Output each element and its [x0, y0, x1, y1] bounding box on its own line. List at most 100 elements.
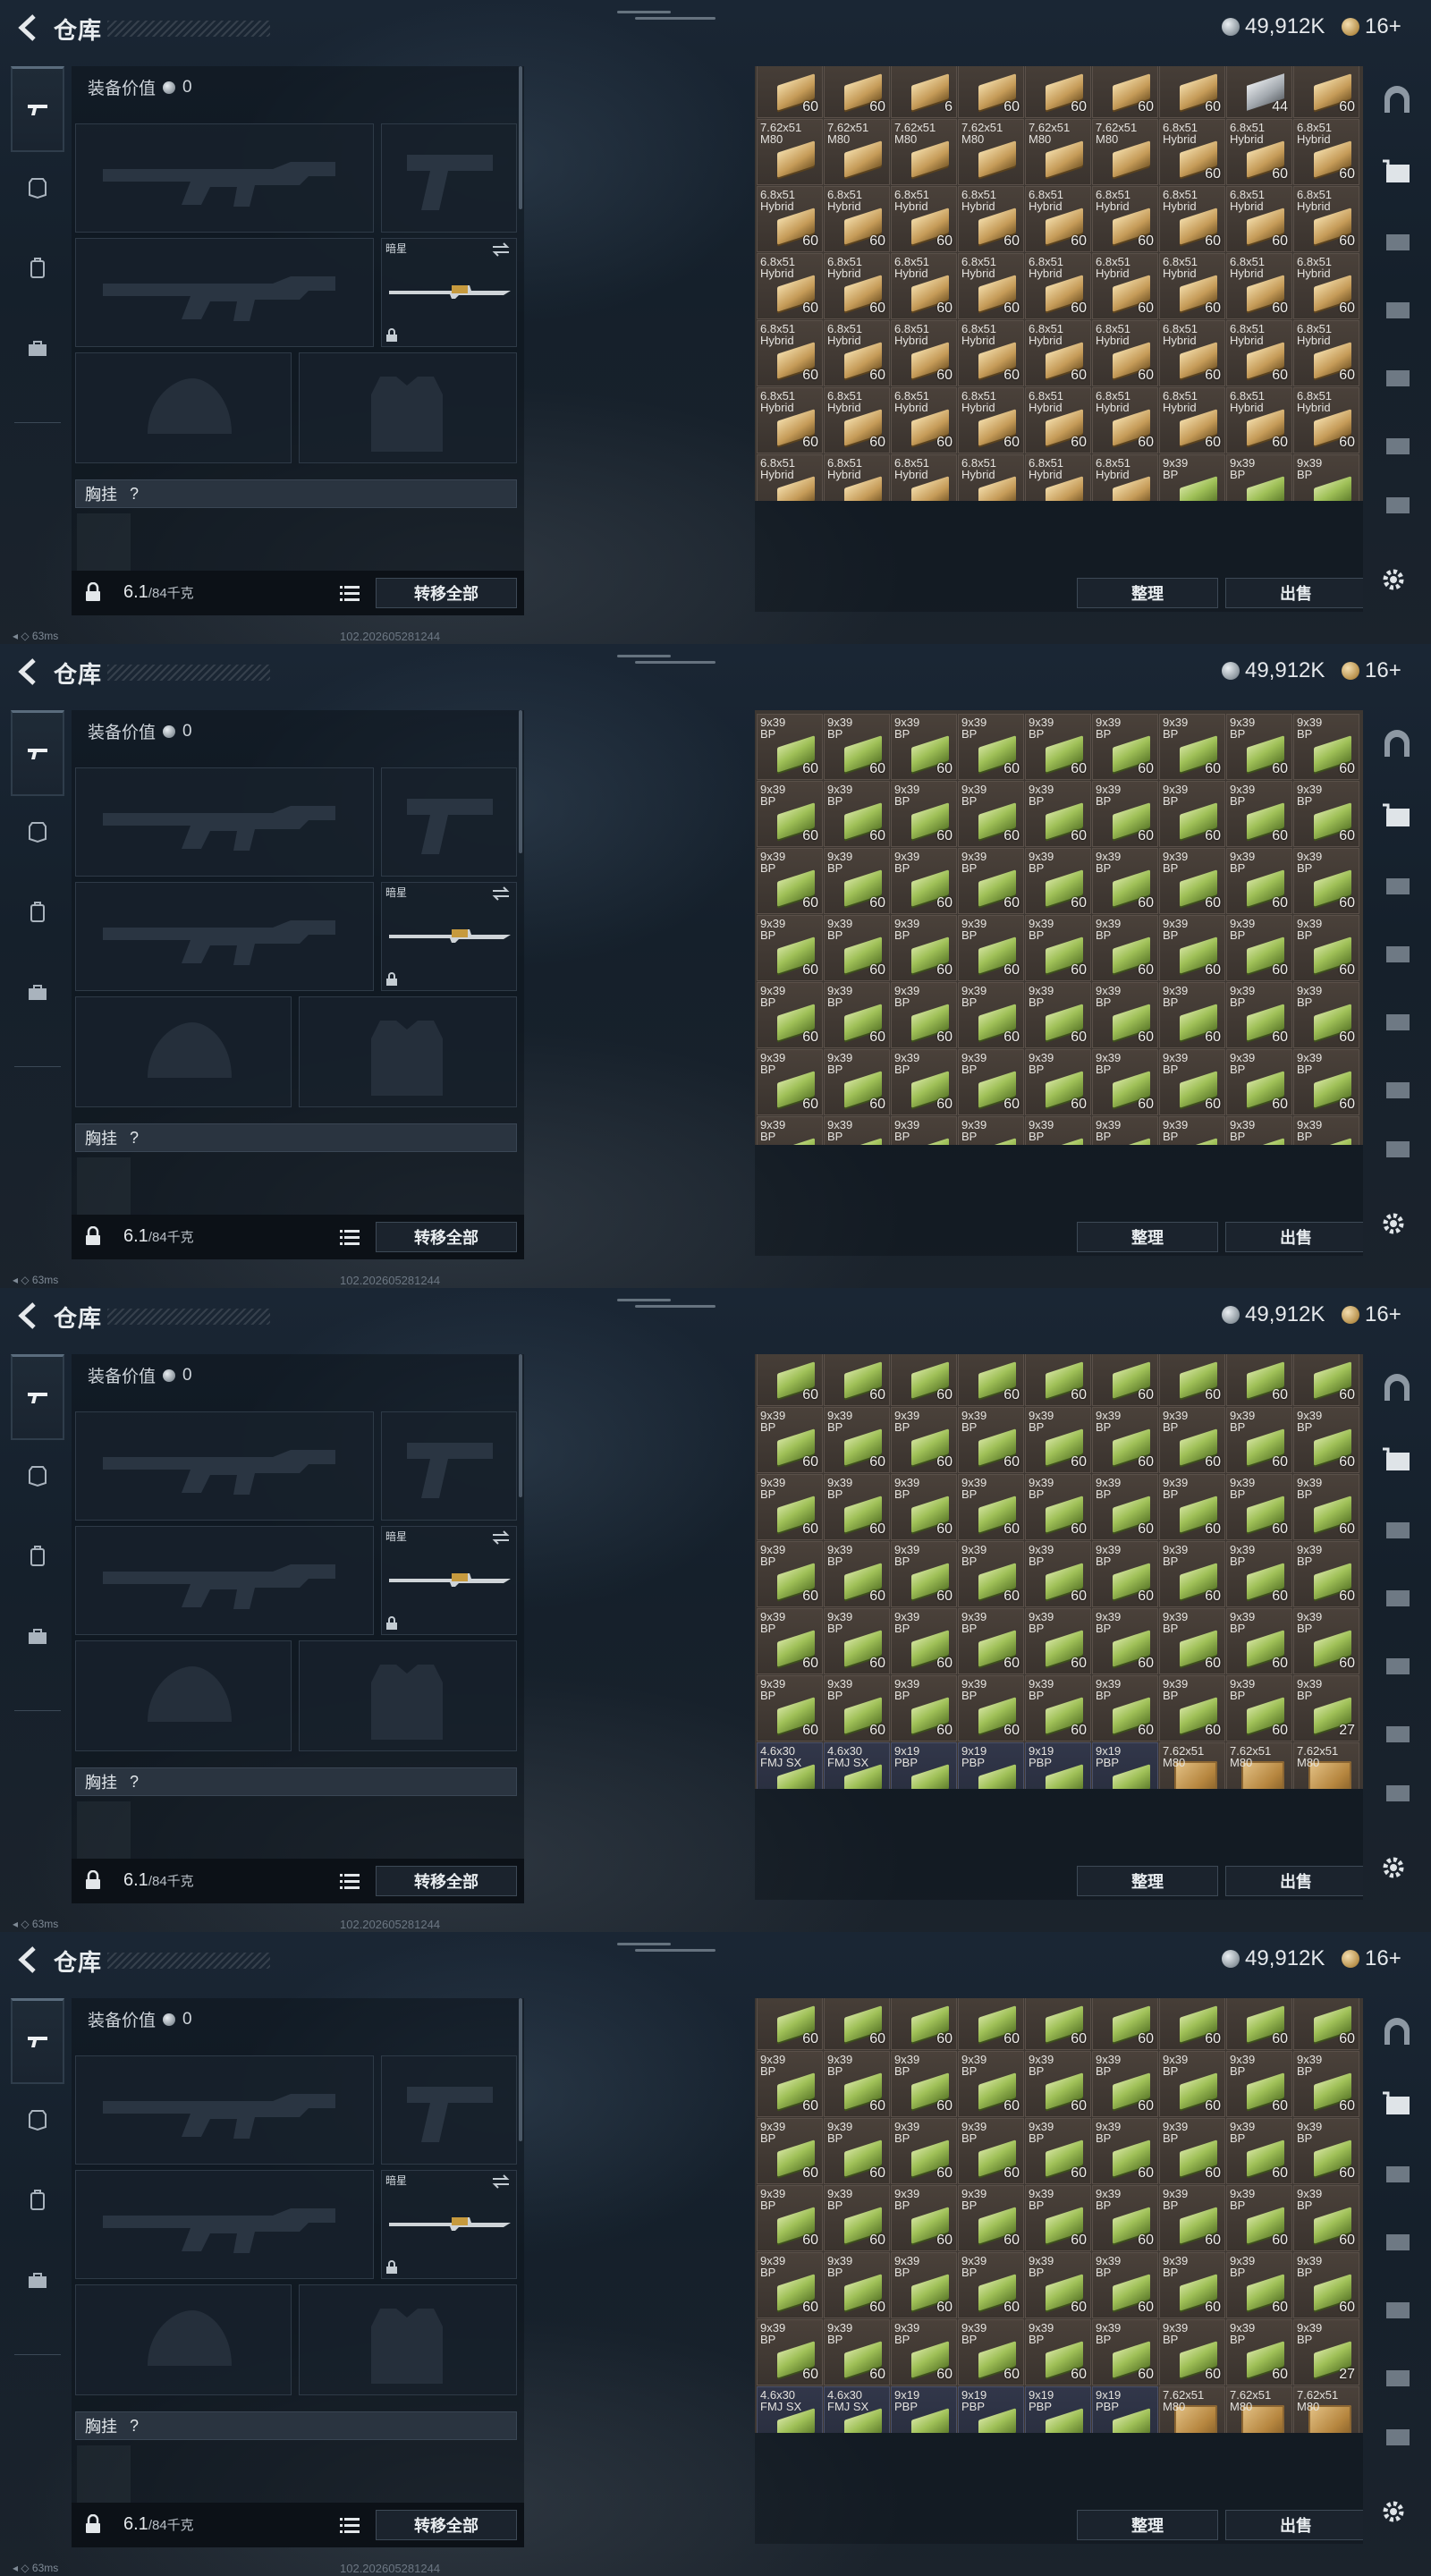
inventory-item[interactable]: 6	[891, 66, 957, 118]
inventory-item[interactable]: 6.8x51 Hybrid60	[1025, 320, 1091, 386]
tab-storage-2[interactable]	[1372, 215, 1422, 265]
chest-rig-header[interactable]: 胸挂?	[75, 1767, 517, 1796]
swap-arrows-icon[interactable]	[491, 2174, 511, 2189]
inventory-item[interactable]: 6.8x51 Hybrid60	[958, 186, 1024, 252]
warehouse-grid[interactable]: 60 60 6 60 60 60 60 44 60 7.62x51 M80 7.62x51 M80 7…	[755, 66, 1363, 501]
helmet-slot[interactable]	[75, 1640, 292, 1751]
inventory-item[interactable]: 9x39 BP60	[824, 1675, 890, 1741]
inventory-item[interactable]: 9x39 BP60	[757, 2185, 823, 2251]
inventory-item[interactable]: 6.8x51 Hybrid60	[958, 454, 1024, 501]
inventory-item[interactable]: 9x39 BP60	[1226, 2118, 1292, 2184]
inventory-item[interactable]: 9x39 BP60	[824, 1407, 890, 1473]
inventory-item[interactable]: 9x39 BP60	[958, 982, 1024, 1048]
inventory-item[interactable]: 9x39 BP60	[891, 1116, 957, 1145]
inventory-item[interactable]: 9x39 BP60	[824, 1474, 890, 1540]
inventory-item[interactable]: 9x39 BP60	[1226, 982, 1292, 1048]
body-armor-slot[interactable]	[299, 2284, 517, 2395]
melee-slot[interactable]: 暗星	[381, 238, 517, 347]
inventory-item[interactable]: 9x39 BP60	[1159, 454, 1225, 501]
inventory-item[interactable]: 9x39 BP60	[891, 2118, 957, 2184]
sort-button[interactable]: 整理	[1077, 1866, 1218, 1896]
inventory-item[interactable]: 9x39 BP60	[824, 982, 890, 1048]
tab-safe[interactable]	[1372, 723, 1422, 773]
inventory-item[interactable]: 9x39 BP60	[1025, 1675, 1091, 1741]
inventory-item[interactable]: 9x39 BP60	[757, 982, 823, 1048]
pistol-slot[interactable]	[381, 2055, 517, 2165]
inventory-item[interactable]: 9x39 BP60	[958, 1474, 1024, 1540]
inventory-item[interactable]: 6.8x51 Hybrid60	[1159, 186, 1225, 252]
tab-storage-1[interactable]	[1372, 147, 1422, 197]
inventory-item[interactable]: 9x39 BP60	[1226, 1474, 1292, 1540]
inventory-item[interactable]: 7.62x51 M8060	[1159, 2386, 1225, 2433]
inventory-item[interactable]: 9x39 BP60	[1226, 781, 1292, 847]
settings-gear-icon[interactable]	[1377, 1852, 1410, 1884]
tab-storage-6[interactable]	[1372, 1122, 1422, 1172]
secondary-weapon-slot[interactable]	[75, 2170, 374, 2279]
nav-armor[interactable]	[11, 152, 64, 224]
inventory-item[interactable]: 9x39 BP60	[958, 848, 1024, 914]
inventory-item[interactable]: 9x39 BP60	[1092, 2185, 1158, 2251]
inventory-item[interactable]: 9x39 BP60	[1025, 982, 1091, 1048]
inventory-item[interactable]: 9x39 BP60	[757, 848, 823, 914]
inventory-item[interactable]: 9x39 BP60	[824, 2118, 890, 2184]
inventory-item[interactable]: 9x39 BP60	[891, 2252, 957, 2318]
inventory-item[interactable]: 60	[1092, 1998, 1158, 2050]
back-arrow-icon[interactable]	[14, 1945, 41, 1975]
inventory-item[interactable]: 9x39 BP60	[958, 1608, 1024, 1674]
inventory-item[interactable]: 60	[1226, 1998, 1292, 2050]
inventory-item[interactable]: 9x39 BP60	[1092, 1049, 1158, 1115]
inventory-item[interactable]: 9x39 BP27	[1293, 1116, 1359, 1145]
inventory-item[interactable]: 60	[958, 66, 1024, 118]
inventory-item[interactable]: 9x39 BP60	[1226, 454, 1292, 501]
sell-button[interactable]: 出售	[1225, 1866, 1363, 1896]
inventory-item[interactable]: 9x39 BP60	[757, 1608, 823, 1674]
inventory-item[interactable]: 60	[891, 1998, 957, 2050]
inventory-item[interactable]: 9x39 BP60	[1159, 2051, 1225, 2117]
inventory-item[interactable]: 9x39 BP60	[958, 1541, 1024, 1607]
nav-cases[interactable]	[11, 957, 64, 1029]
inventory-item[interactable]: 6.8x51 Hybrid60	[1025, 186, 1091, 252]
nav-weapons[interactable]	[11, 710, 64, 796]
equipment-scrollbar[interactable]	[519, 710, 522, 853]
body-armor-slot[interactable]	[299, 352, 517, 463]
inventory-item[interactable]: 9x39 BP60	[1226, 714, 1292, 780]
inventory-item[interactable]: 9x39 BP60	[824, 2185, 890, 2251]
inventory-item[interactable]: 60	[1159, 1354, 1225, 1406]
inventory-item[interactable]: 9x39 BP60	[958, 1116, 1024, 1145]
inventory-item[interactable]: 60	[824, 1998, 890, 2050]
tab-safe[interactable]	[1372, 1367, 1422, 1417]
inventory-item[interactable]: 9x39 BP60	[824, 1541, 890, 1607]
tab-storage-1[interactable]	[1372, 791, 1422, 841]
inventory-item[interactable]: 60	[1293, 1998, 1359, 2050]
inventory-item[interactable]: 6.8x51 Hybrid60	[757, 387, 823, 453]
inventory-item[interactable]: 9x19 PBP60	[1025, 1742, 1091, 1789]
inventory-item[interactable]: 6.8x51 Hybrid60	[1025, 253, 1091, 319]
inventory-item[interactable]: 9x39 BP60	[891, 2185, 957, 2251]
inventory-item[interactable]: 9x19 PBP60	[1025, 2386, 1091, 2433]
inventory-item[interactable]: 60	[1025, 66, 1091, 118]
inventory-item[interactable]: 6.8x51 Hybrid60	[1092, 253, 1158, 319]
inventory-item[interactable]: 9x39 BP60	[1293, 1608, 1359, 1674]
inventory-item[interactable]: 7.62x51 M80	[824, 119, 890, 185]
inventory-item[interactable]: 60	[1159, 1998, 1225, 2050]
inventory-item[interactable]: 9x39 BP60	[1293, 2185, 1359, 2251]
inventory-item[interactable]: 9x39 BP60	[1293, 2252, 1359, 2318]
secondary-weapon-slot[interactable]	[75, 238, 374, 347]
inventory-item[interactable]: 9x39 BP60	[1159, 1116, 1225, 1145]
tab-storage-6[interactable]	[1372, 1766, 1422, 1816]
tab-storage-2[interactable]	[1372, 859, 1422, 909]
secondary-weapon-slot[interactable]	[75, 882, 374, 991]
inventory-item[interactable]: 6.8x51 Hybrid60	[891, 186, 957, 252]
inventory-item[interactable]: 44	[1226, 66, 1292, 118]
transfer-all-button[interactable]: 转移全部	[376, 2510, 517, 2540]
inventory-item[interactable]: 9x39 BP60	[1159, 2118, 1225, 2184]
pistol-slot[interactable]	[381, 1411, 517, 1521]
inventory-item[interactable]: 9x39 BP60	[891, 982, 957, 1048]
tab-storage-2[interactable]	[1372, 1503, 1422, 1553]
inventory-item[interactable]: 9x39 BP60	[1025, 1541, 1091, 1607]
equipment-scrollbar[interactable]	[519, 66, 522, 209]
inventory-item[interactable]: 9x39 BP60	[824, 2252, 890, 2318]
tab-storage-4[interactable]	[1372, 351, 1422, 401]
swap-arrows-icon[interactable]	[491, 242, 511, 257]
inventory-item[interactable]: 9x39 BP60	[891, 1049, 957, 1115]
